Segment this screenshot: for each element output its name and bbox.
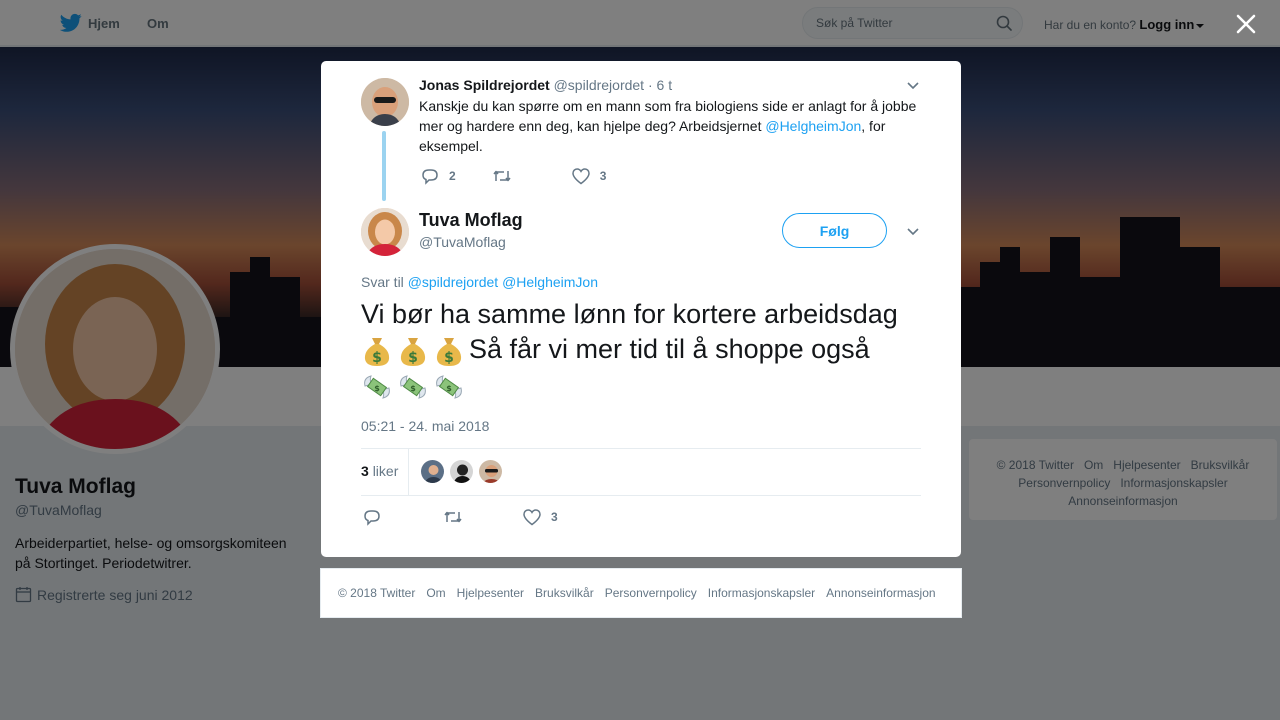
parent-retweet-button[interactable] [492,167,512,185]
follow-button[interactable]: Følg [782,213,887,248]
svg-text:$: $ [374,384,380,393]
parent-mention-link[interactable]: @HelgheimJon [765,118,861,134]
svg-text:$: $ [444,350,454,366]
parent-avatar-image [361,78,409,126]
reply-to-mention-1[interactable]: @spildrejordet [408,274,498,290]
likes-count: 3 [361,463,369,479]
parent-author-avatar[interactable] [361,78,409,126]
liker-avatar[interactable] [420,459,445,484]
svg-text:$: $ [446,384,452,393]
parent-author-handle[interactable]: @spildrejordet [554,77,644,93]
thread-connector-line [382,131,386,201]
money-wings-icon: $ [436,375,462,399]
main-tweet-actions: 3 [363,508,558,526]
footer-link-ads[interactable]: Annonseinformasjon [826,586,935,600]
main-author-avatar[interactable] [361,208,409,256]
modal-footer: © 2018 Twitter Om Hjelpesenter Bruksvilk… [320,568,962,618]
divider [361,495,921,496]
parent-tweet-time[interactable]: · 6 t [648,77,672,93]
heart-icon [523,508,541,525]
close-icon[interactable] [1232,10,1260,38]
likes-label: liker [372,463,399,479]
heart-icon [571,167,590,184]
money-bag-icon: $ [400,337,426,366]
reply-to-mention-2[interactable]: @HelgheimJon [502,274,598,290]
reply-to-label: Svar til [361,274,404,290]
retweet-button[interactable] [443,508,463,526]
parent-tweet-actions: 2 3 [421,167,606,185]
divider [361,448,921,449]
money-wings-emoji-row: $ $ $ [361,372,465,402]
parent-like-count: 3 [599,169,607,183]
reply-button[interactable] [363,508,381,526]
main-author-handle[interactable]: @TuvaMoflag [419,234,506,250]
tweet-modal: Jonas Spildrejordet @spildrejordet · 6 t… [321,61,961,557]
money-wings-icon: $ [364,375,390,399]
main-avatar-image [361,208,409,256]
footer-link-privacy[interactable]: Personvernpolicy [605,586,697,600]
reply-icon [364,510,380,526]
svg-text:$: $ [408,350,418,366]
like-button[interactable]: 3 [523,508,558,526]
footer-link-cookies[interactable]: Informasjonskapsler [708,586,815,600]
svg-text:$: $ [410,384,416,393]
money-bag-icon: $ [364,337,390,366]
footer-copyright: © 2018 Twitter [338,586,416,600]
tweet-timestamp[interactable]: 05:21 - 24. mai 2018 [361,418,489,434]
parent-tweet-header: Jonas Spildrejordet @spildrejordet · 6 t [419,77,672,93]
retweet-icon [493,170,511,182]
money-bag-icon: $ [436,337,462,366]
retweet-icon [444,511,462,523]
footer-link-om[interactable]: Om [426,586,445,600]
money-wings-icon: $ [400,375,426,399]
main-tweet-text-line1: Vi bør ha samme lønn for kortere arbeids… [361,299,898,329]
main-tweet-text: Vi bør ha samme lønn for kortere arbeids… [361,297,921,403]
chevron-down-icon[interactable] [906,78,920,92]
parent-like-button[interactable]: 3 [571,167,607,185]
likes-separator [408,449,409,495]
parent-reply-count: 2 [449,169,456,183]
main-tweet-text-line2: Så får vi mer tid til å shoppe også [469,334,870,364]
footer-link-help[interactable]: Hjelpesenter [457,586,524,600]
parent-author-name[interactable]: Jonas Spildrejordet [419,77,550,93]
reply-icon [422,169,438,185]
like-count: 3 [551,510,558,524]
money-bag-emoji-row: $ $ $ [361,334,465,368]
liker-avatar[interactable] [478,459,503,484]
main-author-name[interactable]: Tuva Moflag [419,210,523,231]
reply-to-line: Svar til @spildrejordet @HelgheimJon [361,274,598,290]
liker-avatar[interactable] [449,459,474,484]
svg-text:$: $ [372,350,382,366]
chevron-down-icon[interactable] [906,224,920,238]
parent-tweet-text: Kanskje du kan spørre om en mann som fra… [419,96,919,156]
footer-link-terms[interactable]: Bruksvilkår [535,586,594,600]
parent-reply-button[interactable]: 2 [421,167,456,185]
likes-summary[interactable]: 3 liker [361,463,398,479]
